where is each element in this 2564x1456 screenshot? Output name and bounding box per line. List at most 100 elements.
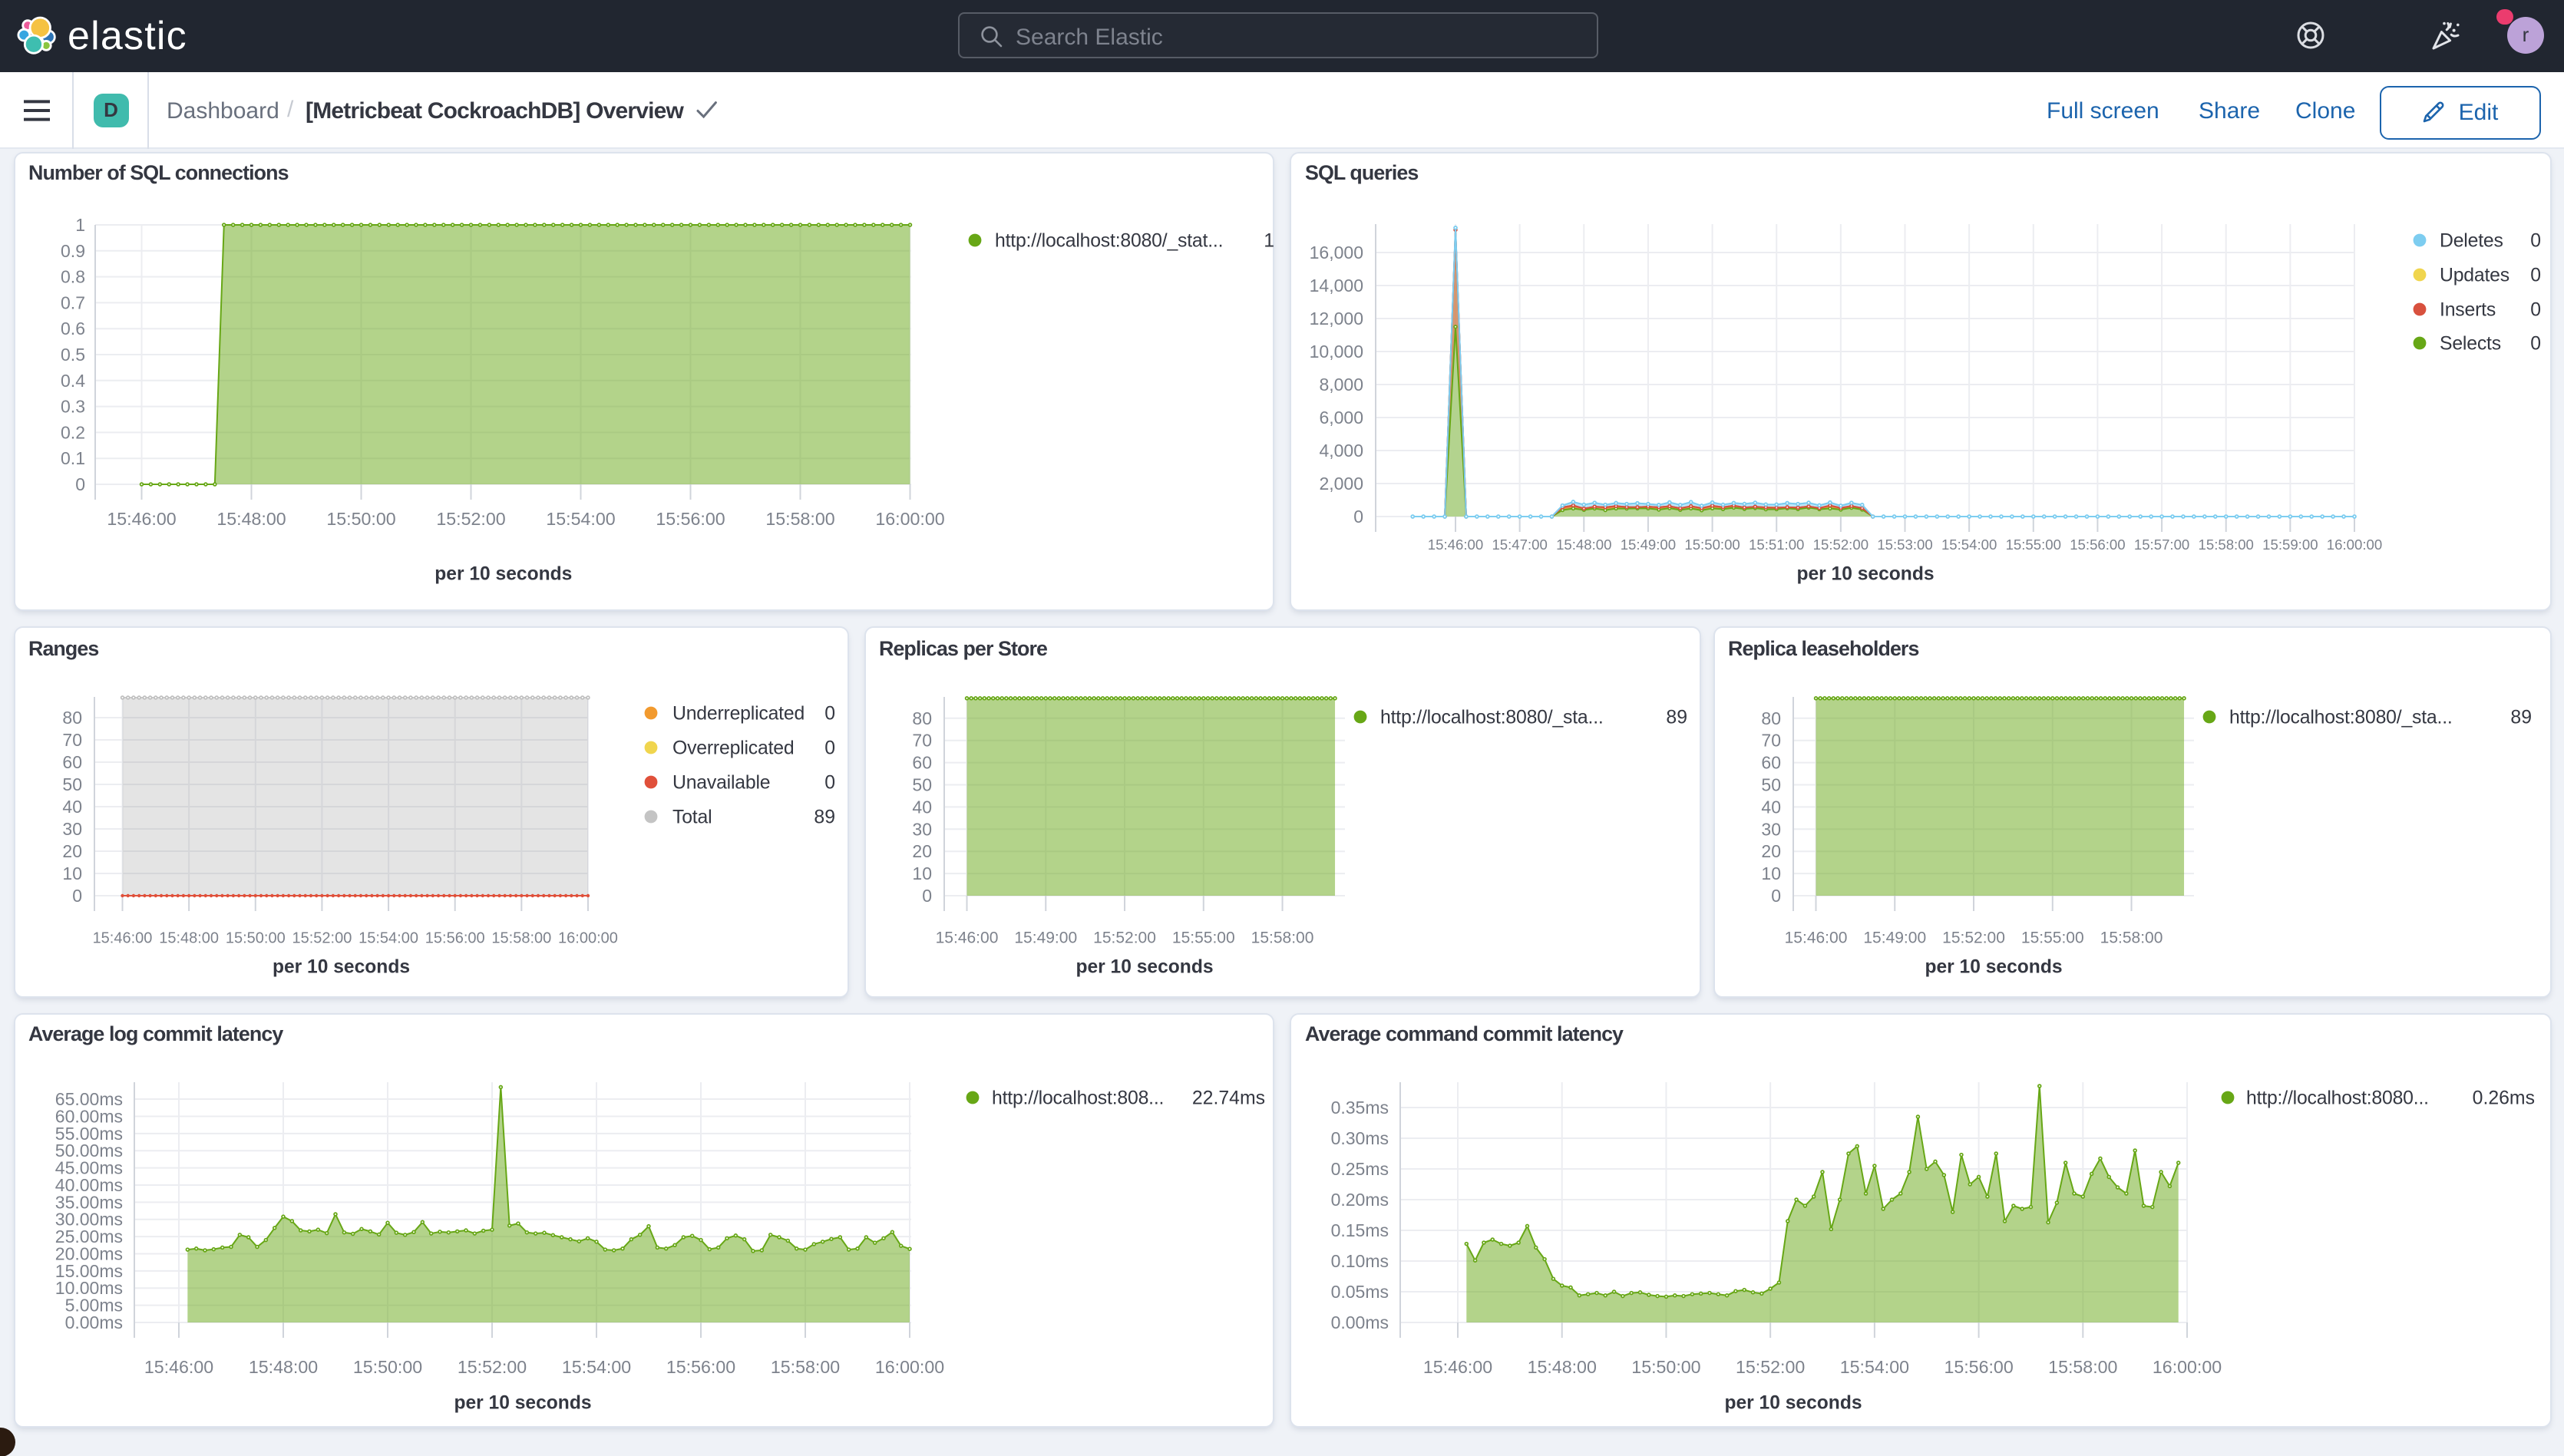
svg-text:15:47:00: 15:47:00 xyxy=(1492,536,1547,552)
svg-text:15:50:00: 15:50:00 xyxy=(352,1356,421,1376)
svg-text:15:55:00: 15:55:00 xyxy=(2020,929,2083,947)
svg-text:15:55:00: 15:55:00 xyxy=(2006,536,2061,552)
svg-text:50: 50 xyxy=(1760,775,1780,795)
svg-text:15:52:00: 15:52:00 xyxy=(1092,929,1155,947)
svg-text:15:54:00: 15:54:00 xyxy=(561,1356,630,1376)
svg-text:15:53:00: 15:53:00 xyxy=(1877,536,1932,552)
svg-text:15:52:00: 15:52:00 xyxy=(1813,536,1868,552)
svg-text:16:00:00: 16:00:00 xyxy=(874,508,943,528)
svg-text:0.05ms: 0.05ms xyxy=(1331,1281,1389,1301)
svg-text:http://localhost:8080/_sta...: http://localhost:8080/_sta... xyxy=(1379,708,1603,728)
svg-text:15:50:00: 15:50:00 xyxy=(325,508,395,528)
svg-text:0.30ms: 0.30ms xyxy=(1331,1127,1389,1147)
svg-text:15:52:00: 15:52:00 xyxy=(435,508,504,528)
svg-text:40: 40 xyxy=(1760,797,1780,817)
svg-text:10: 10 xyxy=(911,863,931,883)
svg-text:16:00:00: 16:00:00 xyxy=(2327,536,2382,552)
svg-text:80: 80 xyxy=(911,708,931,728)
svg-text:80: 80 xyxy=(61,708,81,728)
svg-text:15:50:00: 15:50:00 xyxy=(225,930,285,947)
svg-text:20: 20 xyxy=(911,841,931,861)
svg-text:0.1: 0.1 xyxy=(60,447,84,467)
svg-text:15:51:00: 15:51:00 xyxy=(1749,536,1804,552)
svg-text:15:46:00: 15:46:00 xyxy=(106,508,175,528)
svg-text:10: 10 xyxy=(61,863,81,883)
svg-text:per 10 seconds: per 10 seconds xyxy=(434,563,571,584)
svg-text:6,000: 6,000 xyxy=(1319,407,1363,427)
svg-text:8,000: 8,000 xyxy=(1319,374,1363,394)
svg-text:0.00ms: 0.00ms xyxy=(1331,1312,1389,1332)
svg-text:15:52:00: 15:52:00 xyxy=(291,930,351,947)
svg-text:15:46:00: 15:46:00 xyxy=(1784,929,1847,947)
svg-text:15:49:00: 15:49:00 xyxy=(1013,929,1076,947)
svg-text:0: 0 xyxy=(824,773,834,794)
svg-text:15:48:00: 15:48:00 xyxy=(158,930,218,947)
svg-text:80: 80 xyxy=(1760,708,1780,728)
svg-text:0.26ms: 0.26ms xyxy=(2473,1088,2535,1108)
svg-text:0.5: 0.5 xyxy=(60,344,84,364)
svg-text:35.00ms: 35.00ms xyxy=(55,1191,122,1211)
svg-text:0: 0 xyxy=(2530,265,2541,286)
svg-text:30: 30 xyxy=(1760,819,1780,839)
svg-text:0.10ms: 0.10ms xyxy=(1331,1250,1389,1270)
svg-text:15:50:00: 15:50:00 xyxy=(1684,536,1740,552)
svg-text:15:58:00: 15:58:00 xyxy=(770,1356,839,1376)
svg-text:15:56:00: 15:56:00 xyxy=(2070,536,2125,552)
svg-text:per 10 seconds: per 10 seconds xyxy=(1924,957,2061,978)
svg-text:0: 0 xyxy=(2530,333,2541,354)
svg-text:per 10 seconds: per 10 seconds xyxy=(272,957,409,978)
svg-text:15:50:00: 15:50:00 xyxy=(1631,1356,1700,1376)
svg-text:16:00:00: 16:00:00 xyxy=(557,930,617,947)
svg-text:Selects: Selects xyxy=(2440,333,2501,354)
svg-text:25.00ms: 25.00ms xyxy=(55,1226,122,1246)
svg-text:20.00ms: 20.00ms xyxy=(55,1243,122,1263)
svg-text:1: 1 xyxy=(74,214,84,234)
svg-text:0: 0 xyxy=(1353,506,1363,526)
svg-text:30: 30 xyxy=(911,819,931,839)
svg-text:0: 0 xyxy=(921,886,931,906)
svg-text:0.2: 0.2 xyxy=(60,421,84,441)
svg-text:0: 0 xyxy=(1770,886,1780,906)
svg-text:per 10 seconds: per 10 seconds xyxy=(1796,563,1934,584)
svg-text:16:00:00: 16:00:00 xyxy=(874,1356,943,1376)
svg-text:15.00ms: 15.00ms xyxy=(55,1260,122,1280)
svg-text:15:59:00: 15:59:00 xyxy=(2262,536,2318,552)
svg-text:Inserts: Inserts xyxy=(2440,299,2496,320)
svg-text:55.00ms: 55.00ms xyxy=(55,1123,122,1143)
svg-text:15:46:00: 15:46:00 xyxy=(144,1356,213,1376)
svg-text:15:55:00: 15:55:00 xyxy=(1171,929,1234,947)
svg-text:16:00:00: 16:00:00 xyxy=(2153,1356,2222,1376)
svg-text:Deletes: Deletes xyxy=(2440,230,2503,251)
svg-text:2,000: 2,000 xyxy=(1319,473,1363,493)
svg-text:0.3: 0.3 xyxy=(60,396,84,416)
svg-text:0.9: 0.9 xyxy=(60,240,84,260)
svg-text:15:52:00: 15:52:00 xyxy=(457,1356,526,1376)
svg-text:Total: Total xyxy=(672,807,711,828)
svg-text:65.00ms: 65.00ms xyxy=(55,1088,122,1108)
svg-text:15:48:00: 15:48:00 xyxy=(216,508,285,528)
svg-text:60: 60 xyxy=(911,753,931,773)
svg-text:15:56:00: 15:56:00 xyxy=(655,508,724,528)
svg-text:0: 0 xyxy=(71,886,81,906)
svg-text:0.35ms: 0.35ms xyxy=(1331,1097,1389,1117)
svg-text:15:49:00: 15:49:00 xyxy=(1621,536,1676,552)
svg-text:15:48:00: 15:48:00 xyxy=(1556,536,1611,552)
svg-text:15:58:00: 15:58:00 xyxy=(765,508,834,528)
svg-text:Unavailable: Unavailable xyxy=(672,773,769,794)
svg-text:15:58:00: 15:58:00 xyxy=(1251,929,1313,947)
svg-text:http://localhost:8080...: http://localhost:8080... xyxy=(2246,1088,2429,1108)
svg-text:15:58:00: 15:58:00 xyxy=(2199,536,2254,552)
svg-text:20: 20 xyxy=(61,841,81,861)
svg-text:10,000: 10,000 xyxy=(1310,341,1363,361)
svg-text:Updates: Updates xyxy=(2440,265,2509,286)
svg-text:per 10 seconds: per 10 seconds xyxy=(1724,1392,1862,1413)
svg-text:15:46:00: 15:46:00 xyxy=(1428,536,1483,552)
svg-text:15:58:00: 15:58:00 xyxy=(491,930,550,947)
svg-text:15:54:00: 15:54:00 xyxy=(1941,536,1997,552)
svg-text:50: 50 xyxy=(61,774,81,794)
svg-text:0.20ms: 0.20ms xyxy=(1331,1189,1389,1209)
svg-text:40: 40 xyxy=(61,797,81,817)
svg-text:per 10 seconds: per 10 seconds xyxy=(453,1392,590,1413)
svg-text:0: 0 xyxy=(2530,299,2541,320)
svg-text:15:46:00: 15:46:00 xyxy=(1423,1356,1492,1376)
